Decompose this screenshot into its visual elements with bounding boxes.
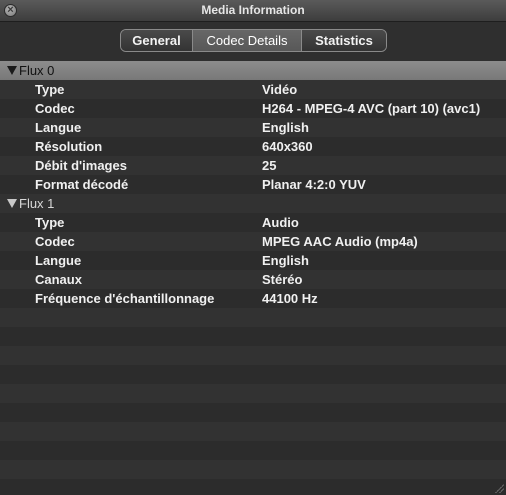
list-item[interactable]: Type Vidéo xyxy=(0,80,506,99)
window-title: Media Information xyxy=(201,3,305,17)
list-item[interactable]: Résolution 640x360 xyxy=(0,137,506,156)
property-key: Type xyxy=(35,82,65,97)
title-bar[interactable]: × Media Information xyxy=(0,0,506,22)
list-item[interactable]: Langue English xyxy=(0,118,506,137)
disclosure-triangle-icon[interactable] xyxy=(7,199,17,208)
property-value: 44100 Hz xyxy=(262,291,318,306)
property-key: Fréquence d'échantillonnage xyxy=(35,291,215,306)
stream-0-header[interactable]: Flux 0 xyxy=(0,61,506,80)
property-value: Audio xyxy=(262,215,299,230)
property-key: Type xyxy=(35,215,65,230)
tab-general[interactable]: General xyxy=(121,30,193,51)
property-value: Vidéo xyxy=(262,82,298,97)
property-value: 640x360 xyxy=(262,139,313,154)
property-value: English xyxy=(262,253,309,268)
list-item[interactable]: Débit d'images 25 xyxy=(0,156,506,175)
property-value: H264 - MPEG-4 AVC (part 10) (avc1) xyxy=(262,101,481,116)
property-key: Codec xyxy=(35,101,75,116)
stream-label: Flux 0 xyxy=(19,63,55,78)
tab-switcher: General Codec Details Statistics xyxy=(120,29,387,52)
property-key: Langue xyxy=(35,120,82,135)
codec-details-list: Flux 0 Type Vidéo Codec H264 - MPEG-4 AV… xyxy=(0,61,506,495)
media-information-window: × Media Information General Codec Detail… xyxy=(0,0,506,495)
list-item[interactable]: Fréquence d'échantillonnage 44100 Hz xyxy=(0,289,506,308)
toolbar: General Codec Details Statistics xyxy=(0,22,506,61)
list-item[interactable]: Codec H264 - MPEG-4 AVC (part 10) (avc1) xyxy=(0,99,506,118)
property-value: English xyxy=(262,120,309,135)
disclosure-triangle-icon[interactable] xyxy=(7,66,17,75)
tab-statistics[interactable]: Statistics xyxy=(302,30,386,51)
property-key: Langue xyxy=(35,253,82,268)
property-value: Planar 4:2:0 YUV xyxy=(262,177,366,192)
resize-grip-icon[interactable] xyxy=(494,483,504,493)
list-item[interactable]: Canaux Stéréo xyxy=(0,270,506,289)
list-item[interactable]: Codec MPEG AAC Audio (mp4a) xyxy=(0,232,506,251)
property-value: MPEG AAC Audio (mp4a) xyxy=(262,234,418,249)
property-value: 25 xyxy=(262,158,277,173)
list-item[interactable]: Format décodé Planar 4:2:0 YUV xyxy=(0,175,506,194)
list-item[interactable]: Langue English xyxy=(0,251,506,270)
tab-codec-details[interactable]: Codec Details xyxy=(193,30,302,51)
stream-1-header[interactable]: Flux 1 xyxy=(0,194,506,213)
list-item[interactable]: Type Audio xyxy=(0,213,506,232)
property-key: Codec xyxy=(35,234,75,249)
property-key: Débit d'images xyxy=(35,158,127,173)
property-key: Résolution xyxy=(35,139,103,154)
property-value: Stéréo xyxy=(262,272,303,287)
stream-label: Flux 1 xyxy=(19,196,55,211)
property-key: Format décodé xyxy=(35,177,129,192)
property-key: Canaux xyxy=(35,272,82,287)
